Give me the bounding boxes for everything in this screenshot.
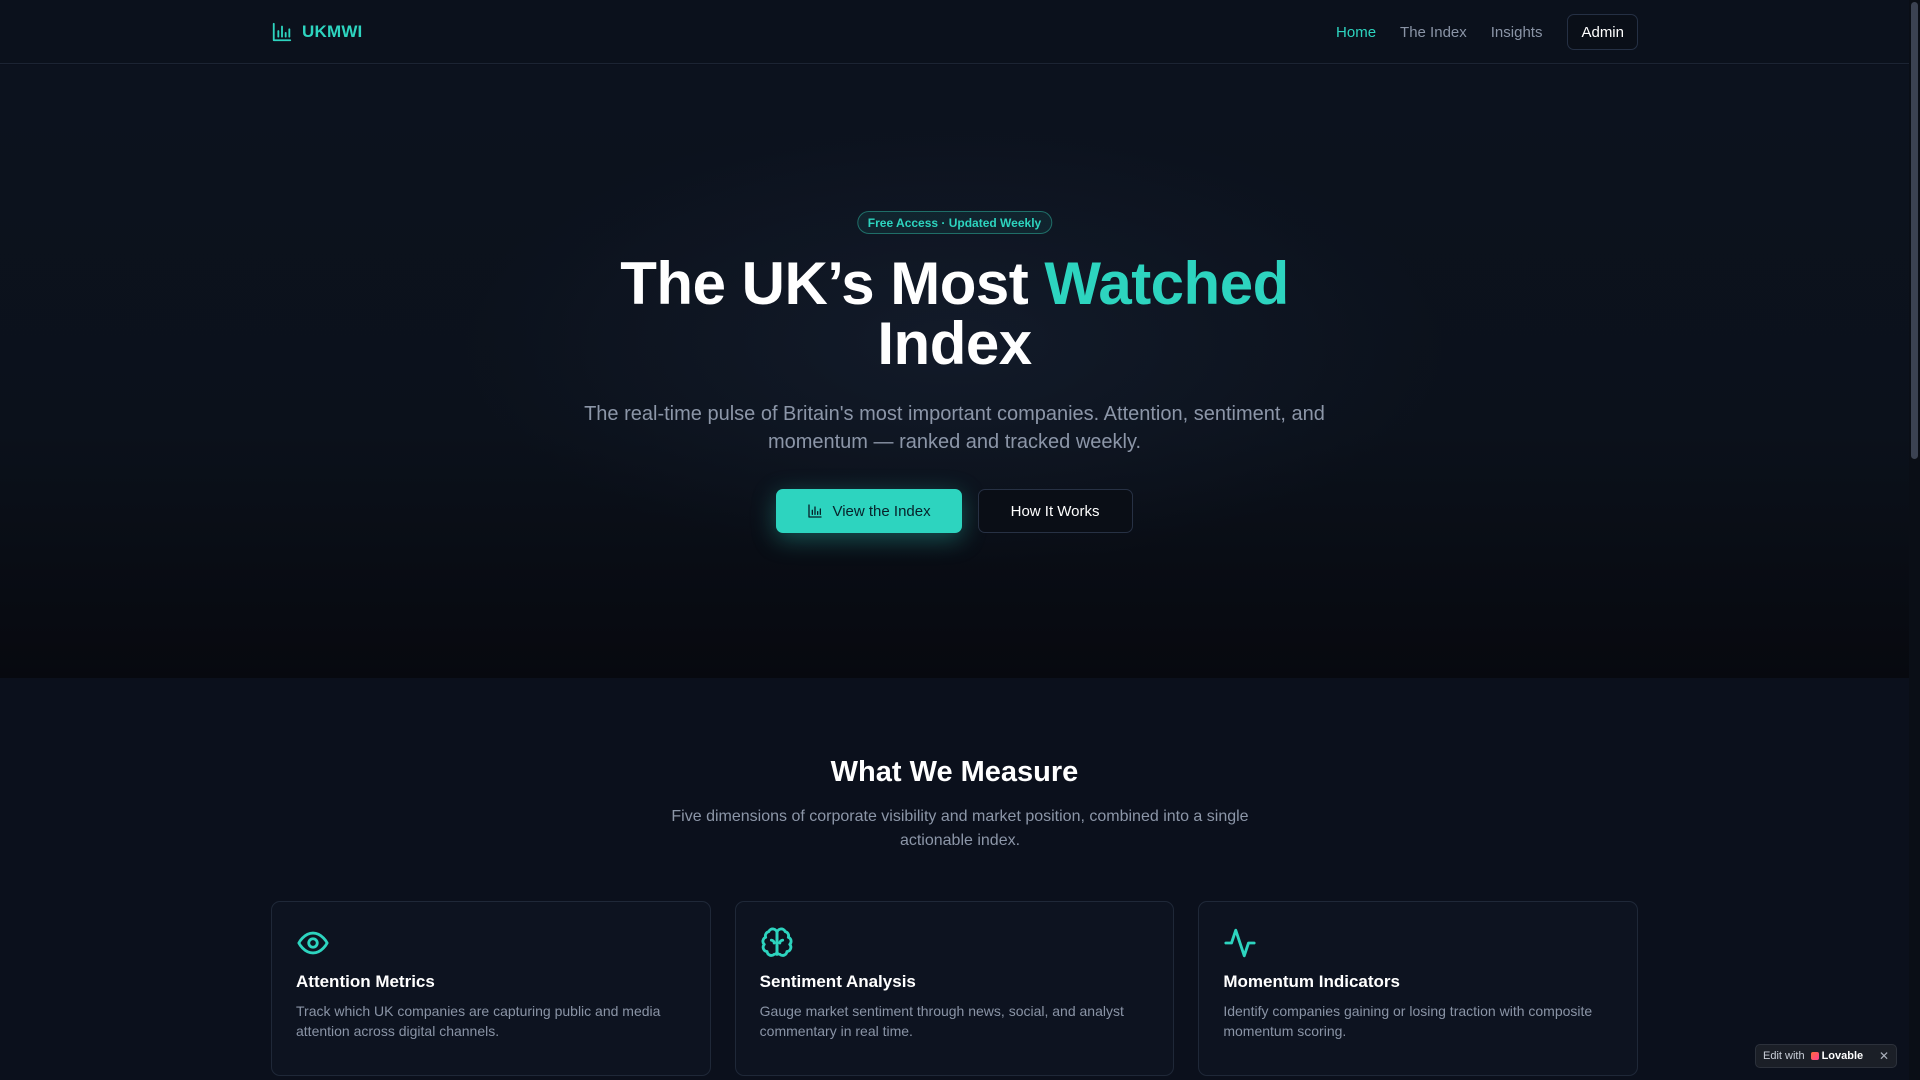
free-access-badge: Free Access · Updated Weekly — [856, 211, 1053, 234]
hero-section: Free Access · Updated Weekly The UK’s Mo… — [0, 65, 1909, 678]
view-index-label: View the Index — [832, 502, 931, 520]
lovable-brand-name: Lovable — [1821, 1050, 1864, 1062]
edit-with-lovable-badge[interactable]: Edit with Lovable ✕ — [1755, 1044, 1897, 1068]
card-description: Identify companies gaining or losing tra… — [1223, 1003, 1593, 1039]
card-momentum-indicators: Momentum Indicators Identify companies g… — [1198, 901, 1639, 1076]
measure-subtitle: Five dimensions of corporate visibility … — [671, 808, 1249, 849]
close-icon[interactable]: ✕ — [1879, 1049, 1889, 1063]
hero-title-part2: Index — [877, 310, 1032, 377]
bar-chart-icon — [808, 504, 823, 518]
hero-title-accent: Watched — [1044, 250, 1289, 317]
hero-subtitle: The real-time pulse of Britain's most im… — [584, 403, 1325, 453]
page-scrollbar[interactable] — [1909, 0, 1920, 1080]
card-title: Momentum Indicators — [1223, 972, 1400, 991]
card-sentiment-analysis: Sentiment Analysis Gauge market sentimen… — [734, 901, 1175, 1076]
hero-buttons: View the Index How It Works — [0, 489, 1909, 533]
nav-links: Home The Index Insights Admin — [1336, 14, 1638, 50]
lovable-prefix: Edit with — [1763, 1050, 1805, 1062]
hero-title-part1: The UK’s Most — [620, 250, 1045, 317]
lovable-heart-icon — [1810, 1052, 1819, 1060]
bar-chart-icon — [272, 22, 292, 42]
card-description: Track which UK companies are capturing p… — [296, 1003, 661, 1039]
card-title: Attention Metrics — [296, 972, 435, 991]
brand-logo[interactable]: UKMWI — [271, 21, 362, 43]
feature-cards: Attention Metrics Track which UK compani… — [271, 901, 1639, 1076]
card-attention-metrics: Attention Metrics Track which UK compani… — [271, 901, 711, 1076]
view-index-button[interactable]: View the Index — [776, 489, 962, 533]
how-it-works-button[interactable]: How It Works — [977, 489, 1133, 533]
eye-icon — [297, 931, 329, 955]
admin-button[interactable]: Admin — [1567, 14, 1638, 50]
hero-title: The UK’s Most Watched Index — [0, 254, 1909, 374]
nav-link-home[interactable]: Home — [1336, 24, 1376, 41]
card-title: Sentiment Analysis — [759, 972, 916, 991]
activity-icon — [1224, 928, 1256, 958]
nav-link-the-index[interactable]: The Index — [1400, 24, 1467, 41]
nav-link-insights[interactable]: Insights — [1491, 24, 1543, 41]
lovable-brand: Lovable — [1810, 1050, 1864, 1062]
navbar-inner: UKMWI Home The Index Insights Admin — [271, 0, 1638, 64]
top-navbar: UKMWI Home The Index Insights Admin — [0, 0, 1909, 64]
measure-title: What We Measure — [830, 756, 1079, 788]
scrollbar-thumb[interactable] — [1911, 2, 1918, 459]
brand-name: UKMWI — [302, 22, 363, 41]
brain-icon — [761, 927, 793, 957]
card-description: Gauge market sentiment through news, soc… — [759, 1003, 1124, 1039]
